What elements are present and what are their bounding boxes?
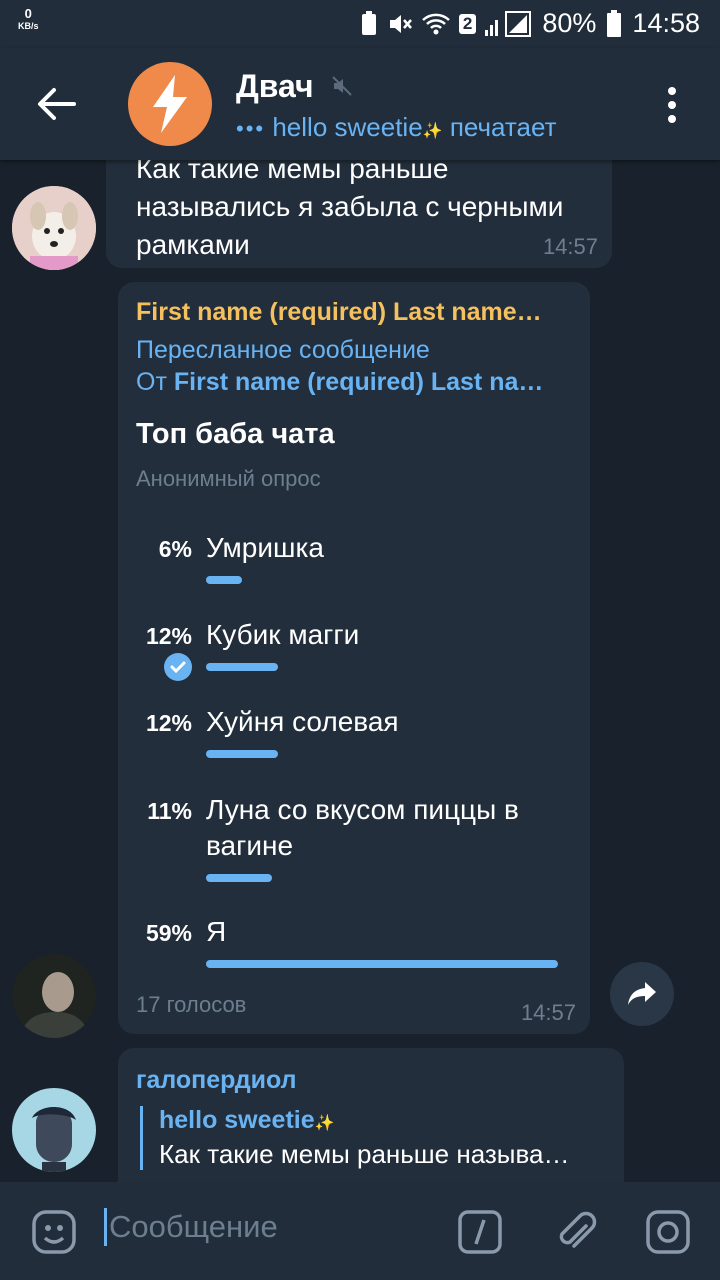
poll-option-bar (206, 960, 558, 968)
sticker-icon[interactable] (30, 1208, 78, 1256)
poll-option-label: Луна со вкусом пиццы в вагине (206, 794, 519, 861)
sim-badge: 2 (458, 13, 477, 34)
forwarded-label: Пересланное сообщение (136, 336, 430, 364)
muted-icon (332, 76, 352, 96)
message-sender[interactable]: галопердиол (136, 1066, 297, 1095)
poll-votes: 17 голосов (136, 992, 247, 1017)
reply-name-text: hello sweetie (159, 1106, 315, 1134)
typing-status: ••• hello sweetie✨ печатает (236, 112, 557, 143)
avatar-drawn[interactable] (12, 1088, 96, 1172)
reply-name: hello sweetie✨ (159, 1106, 609, 1135)
poll-option-bar (206, 663, 278, 671)
poll-option-bar (206, 874, 272, 882)
typing-action: печатает (449, 112, 557, 142)
poll-option-percent: 12% (145, 710, 192, 736)
attach-icon[interactable] (552, 1208, 600, 1256)
lightning-icon (153, 75, 187, 133)
signal-icon (485, 10, 532, 37)
clock: 14:58 (632, 8, 700, 38)
share-button[interactable] (610, 962, 674, 1026)
net-speed-value: 0 (24, 6, 32, 21)
poll-option-percent: 59% (145, 920, 192, 946)
poll-option-label: Умришка (206, 532, 324, 563)
reply-preview[interactable]: hello sweetie✨ Как такие мемы раньше наз… (140, 1106, 609, 1170)
drawn-portrait-icon (12, 1088, 96, 1172)
status-icons: 2 (359, 10, 532, 38)
status-bar: 0 KB/s 2 80% 14:58 (0, 0, 720, 48)
halo-emoji-icon: ✨ (422, 123, 443, 140)
avatar-dog[interactable] (12, 186, 96, 270)
status-right: 2 80% 14:58 (359, 8, 700, 39)
message-time: 14:57 (520, 1000, 576, 1025)
poll-option-label: Я (206, 916, 227, 947)
poll-option-bar (206, 576, 242, 584)
mute-icon (389, 14, 412, 33)
forwarded-sender[interactable]: First name (required) Last name… (136, 298, 542, 327)
avatar-man[interactable] (12, 954, 96, 1038)
poll-option-percent: 6% (158, 536, 192, 562)
net-speed-unit: KB/s (18, 21, 39, 31)
poll-type: Анонимный опрос (136, 466, 321, 491)
data-saver-icon (361, 10, 376, 35)
reply-text: Как такие мемы раньше называ… (159, 1139, 570, 1169)
forwarded-from-prefix: От (136, 368, 167, 396)
chat-title[interactable]: Двач (236, 68, 314, 105)
more-vertical-icon[interactable] (660, 86, 684, 124)
man-photo-icon (12, 954, 96, 1038)
wifi-icon (422, 13, 450, 34)
camera-icon[interactable] (644, 1208, 692, 1256)
chosen-check-icon (164, 653, 192, 681)
battery-percent: 80% (542, 8, 597, 38)
dog-photo-icon (12, 186, 96, 270)
bot-command-icon[interactable] (456, 1208, 504, 1256)
chat-avatar[interactable] (128, 62, 212, 146)
message-input[interactable] (104, 1208, 431, 1246)
poll-option-bar (206, 750, 278, 758)
message-time: 14:57 (542, 234, 598, 259)
chat-header: Двач ••• hello sweetie✨ печатает (0, 48, 720, 160)
poll-option-percent: 11% (147, 798, 192, 824)
message-text: Как такие мемы раньше назывались я забыл… (136, 153, 564, 260)
halo-emoji-icon: ✨ (314, 1115, 335, 1132)
message-input-wrap (104, 1208, 431, 1256)
net-speed: 0 KB/s (18, 6, 39, 32)
share-arrow-icon (628, 982, 656, 1005)
poll-message[interactable]: First name (required) Last name… Пересла… (118, 282, 590, 1034)
typing-dots: ••• (236, 116, 266, 141)
poll-option-percent: 12% (145, 623, 192, 649)
message-bubble[interactable]: галопердиол hello sweetie✨ Как такие мем… (118, 1048, 624, 1198)
poll-question: Топ баба чата (136, 418, 335, 450)
battery-icon (607, 9, 622, 37)
input-bar (0, 1182, 720, 1280)
poll-option-label: Хуйня солевая (206, 706, 399, 737)
forwarded-from[interactable]: От First name (required) Last na… (136, 368, 543, 397)
typing-user: hello sweetie (272, 112, 423, 142)
poll-option-label: Кубик магги (206, 619, 360, 650)
forwarded-from-name: First name (required) Last na… (173, 368, 544, 396)
back-arrow-icon[interactable] (36, 86, 76, 122)
